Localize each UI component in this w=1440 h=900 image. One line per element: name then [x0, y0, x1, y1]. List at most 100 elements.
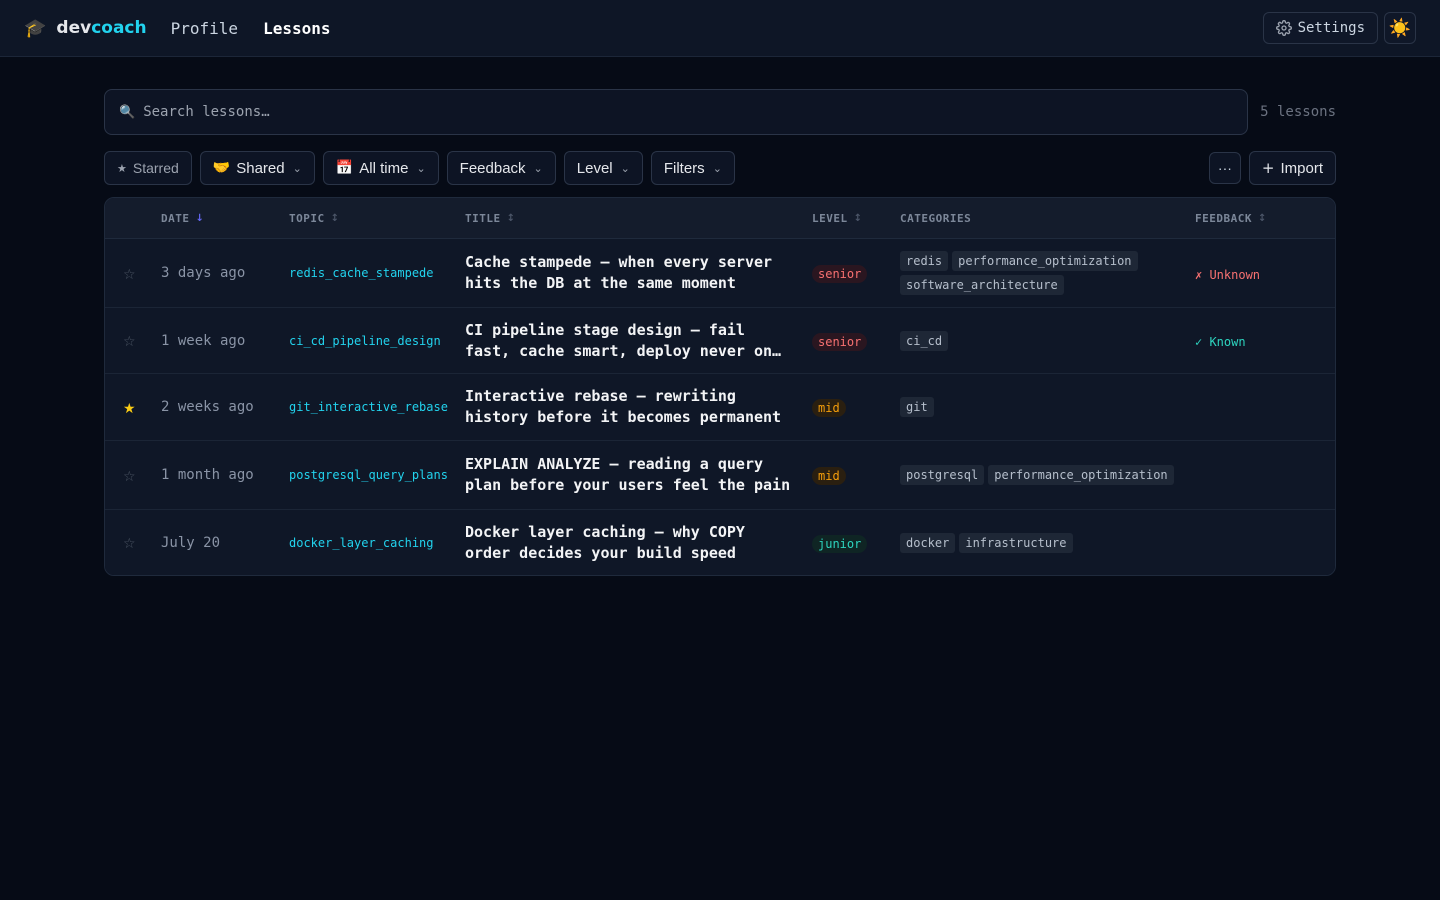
category-tags: ci_cd: [900, 330, 1195, 351]
top-nav: 🎓 devcoach Profile Lessons Settings ☀️: [0, 0, 1440, 57]
lesson-title[interactable]: CI pipeline stage design — fail fast, ca…: [465, 320, 812, 362]
title-header-label: TITLE: [465, 211, 501, 225]
level-badge: mid: [812, 467, 846, 485]
category-tags: postgresql performance_optimization: [900, 465, 1195, 485]
starred-filter-label: Starred: [132, 160, 179, 176]
shared-filter-label: Shared: [236, 159, 285, 177]
chevron-down-icon: ⌄: [712, 161, 722, 175]
category-tag[interactable]: software_architecture: [900, 275, 1064, 295]
time-filter-label: All time: [359, 159, 409, 177]
star-toggle-icon[interactable]: ☆: [123, 267, 136, 283]
table-row[interactable]: ★ 2 weeks ago git_interactive_rebase Int…: [105, 374, 1335, 441]
lesson-topic[interactable]: postgresql_query_plans: [289, 468, 465, 482]
search-icon: 🔍: [119, 104, 136, 120]
starred-filter-button[interactable]: ★ Starred: [104, 151, 192, 185]
level-badge: senior: [812, 332, 868, 351]
main-content: 🔍 5 lessons ★ Starred 🤝 Shared ⌄ 📅 All t…: [0, 57, 1440, 576]
feedback-header-label: FEEDBACK: [1195, 211, 1252, 225]
level-filter-dropdown[interactable]: Level ⌄: [563, 151, 643, 185]
graduation-cap-icon: 🎓: [24, 17, 47, 39]
lesson-title[interactable]: Interactive rebase — rewriting history b…: [465, 386, 812, 428]
import-button[interactable]: + Import: [1248, 151, 1336, 185]
handshake-icon: 🤝: [212, 160, 231, 176]
calendar-icon: 📅: [335, 160, 354, 176]
title-column-header[interactable]: TITLE ↕: [465, 212, 812, 225]
categories-header-label: CATEGORIES: [900, 211, 972, 225]
lesson-title[interactable]: EXPLAIN ANALYZE — reading a query plan b…: [465, 454, 812, 496]
category-tag[interactable]: infrastructure: [959, 532, 1073, 553]
nav-link-profile[interactable]: Profile: [171, 19, 238, 38]
star-toggle-icon[interactable]: ☆: [123, 536, 136, 552]
lessons-table: DATE ↓ TOPIC ↕ TITLE ↕ LEVEL ↕ CATEGORIE…: [104, 197, 1336, 576]
category-tag[interactable]: performance_optimization: [952, 251, 1138, 271]
table-row[interactable]: ☆ 3 days ago redis_cache_stampede Cache …: [105, 239, 1335, 308]
shared-filter-dropdown[interactable]: 🤝 Shared ⌄: [199, 151, 315, 185]
table-header: DATE ↓ TOPIC ↕ TITLE ↕ LEVEL ↕ CATEGORIE…: [105, 198, 1335, 239]
search-row: 🔍 5 lessons: [104, 89, 1336, 135]
category-tag[interactable]: ci_cd: [900, 330, 949, 351]
lesson-date: July 20: [161, 534, 221, 551]
topic-header-label: TOPIC: [289, 211, 325, 225]
level-filter-label: Level: [576, 159, 613, 177]
topic-column-header[interactable]: TOPIC ↕: [289, 212, 465, 225]
lesson-topic[interactable]: git_interactive_rebase: [289, 400, 465, 414]
brand-logo[interactable]: 🎓 devcoach: [24, 18, 147, 39]
table-row[interactable]: ☆ 1 week ago ci_cd_pipeline_design CI pi…: [105, 308, 1335, 374]
time-filter-dropdown[interactable]: 📅 All time ⌄: [322, 151, 439, 185]
theme-toggle-button[interactable]: ☀️: [1384, 12, 1416, 44]
feedback-filter-dropdown[interactable]: Feedback ⌄: [446, 151, 556, 185]
feedback-column-header[interactable]: FEEDBACK ↕: [1195, 212, 1335, 225]
gear-icon: [1275, 20, 1292, 36]
category-tag[interactable]: postgresql: [900, 465, 985, 485]
more-filters-label: Filters: [663, 159, 705, 177]
star-toggle-icon[interactable]: ☆: [123, 334, 136, 350]
level-badge: junior: [812, 534, 868, 553]
feedback-filter-label: Feedback: [459, 159, 526, 177]
chevron-down-icon: ⌄: [533, 161, 543, 175]
brand-prefix: dev: [56, 18, 92, 38]
lesson-topic[interactable]: redis_cache_stampede: [289, 266, 465, 280]
lesson-topic[interactable]: docker_layer_caching: [289, 536, 465, 550]
level-badge: senior: [812, 265, 868, 283]
star-toggle-icon[interactable]: ☆: [123, 469, 136, 485]
lesson-count: 5 lessons: [1260, 104, 1336, 120]
feedback-status: ✓ Known: [1195, 335, 1246, 349]
level-badge: mid: [812, 399, 846, 417]
table-row[interactable]: ☆ July 20 docker_layer_caching Docker la…: [105, 510, 1335, 575]
star-icon: ★: [117, 161, 127, 175]
star-toggle-icon[interactable]: ★: [123, 401, 136, 417]
lesson-date: 3 days ago: [161, 265, 246, 281]
level-header-label: LEVEL: [812, 211, 848, 225]
date-header-label: DATE: [161, 211, 190, 225]
category-tag[interactable]: git: [900, 397, 934, 417]
lesson-topic[interactable]: ci_cd_pipeline_design: [289, 334, 465, 348]
import-label: Import: [1280, 159, 1323, 177]
search-box[interactable]: 🔍: [104, 89, 1248, 135]
lesson-date: 2 weeks ago: [161, 399, 254, 415]
lesson-date: 1 week ago: [161, 332, 246, 349]
category-tag[interactable]: redis: [900, 251, 949, 271]
settings-button[interactable]: Settings: [1262, 12, 1378, 44]
plus-icon: +: [1261, 159, 1275, 177]
lesson-title[interactable]: Cache stampede — when every server hits …: [465, 252, 812, 294]
chevron-down-icon: ⌄: [620, 161, 630, 175]
sort-desc-icon: ↓: [195, 212, 205, 224]
lesson-date: 1 month ago: [161, 467, 254, 483]
category-tag[interactable]: docker: [900, 532, 956, 553]
sort-icon: ↕: [330, 212, 340, 224]
level-column-header[interactable]: LEVEL ↕: [812, 212, 900, 225]
chevron-down-icon: ⌄: [416, 161, 426, 175]
sort-icon: ↕: [853, 212, 863, 224]
sun-icon: ☀️: [1388, 17, 1412, 39]
search-input[interactable]: [143, 104, 1233, 120]
nav-link-lessons[interactable]: Lessons: [263, 19, 330, 38]
more-filters-dropdown[interactable]: Filters ⌄: [650, 151, 735, 185]
categories-column-header: CATEGORIES: [900, 212, 1195, 225]
category-tag[interactable]: performance_optimization: [988, 465, 1174, 485]
top-right-actions: Settings ☀️: [1262, 12, 1416, 44]
settings-label: Settings: [1297, 20, 1365, 36]
lesson-title[interactable]: Docker layer caching — why COPY order de…: [465, 522, 812, 564]
date-column-header[interactable]: DATE ↓: [161, 212, 289, 225]
more-options-button[interactable]: ···: [1208, 152, 1241, 184]
table-row[interactable]: ☆ 1 month ago postgresql_query_plans EXP…: [105, 441, 1335, 510]
